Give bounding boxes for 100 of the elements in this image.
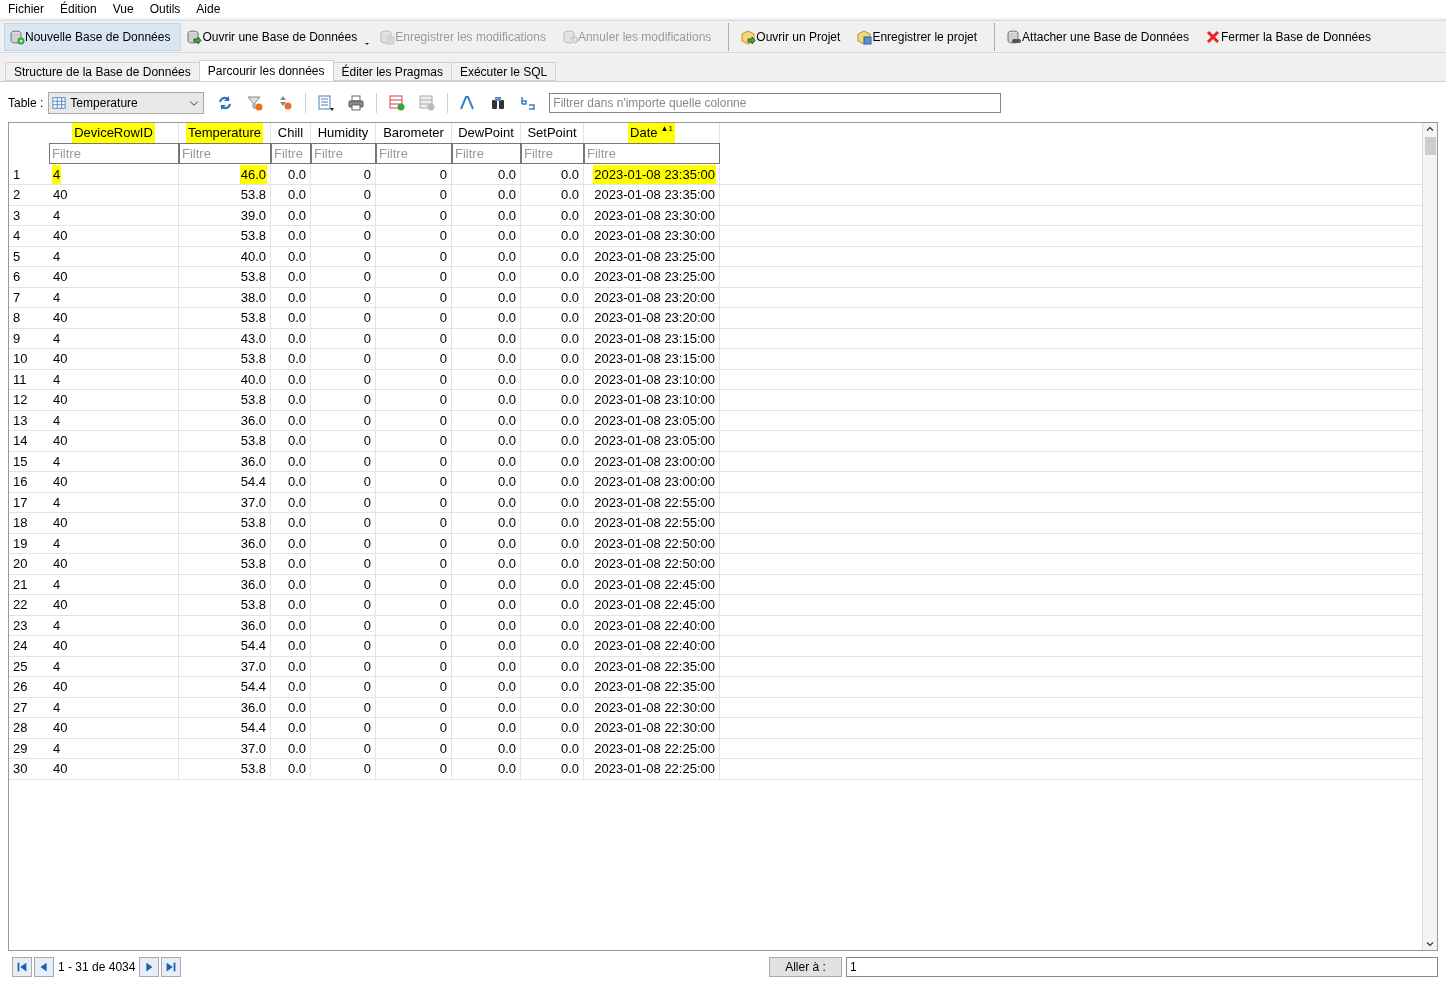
table-cell-text: 54.4	[239, 637, 267, 655]
column-header[interactable]: DewPoint	[456, 123, 516, 143]
table-dropdown[interactable]: Temperature	[48, 92, 205, 114]
table-cell-text: 0	[438, 247, 448, 266]
table-cell-text: 0.0	[496, 657, 517, 676]
table-cell-text: 0.0	[496, 534, 517, 553]
table-cell-text: 0.0	[559, 309, 580, 327]
column-header[interactable]: Temperature	[186, 123, 263, 143]
toolbar-button[interactable]: Fermer la Base de Données	[1199, 22, 1382, 51]
table-cell-text: 0	[362, 698, 372, 717]
table-cell-text: 2023-01-08 22:55:00	[593, 514, 716, 532]
table-cell-text: 40	[52, 227, 69, 245]
column-filter-field[interactable]: Filtre	[179, 142, 271, 164]
column-filter-field[interactable]: Filtre	[311, 142, 376, 164]
table-cell-text: 0.0	[496, 350, 517, 368]
table-cell-text: 40	[52, 555, 69, 573]
table-cell-text: 4	[52, 575, 62, 594]
column-filter-field[interactable]: Filtre	[584, 142, 720, 164]
column-filter-field[interactable]: Filtre	[521, 142, 584, 164]
column-header[interactable]: Barometer	[381, 123, 446, 143]
menu-item[interactable]: Fichier	[0, 0, 52, 18]
row-number: 13	[12, 411, 29, 430]
column-filter-field[interactable]: Filtre	[376, 142, 452, 164]
table-cell-text: 0.0	[286, 165, 307, 184]
table-cell-text: 40	[52, 760, 69, 778]
table-cell-text: 0.0	[559, 411, 580, 430]
table-cell-text: 2023-01-08 23:10:00	[593, 370, 716, 389]
tab[interactable]: Structure de la Base de Données	[5, 62, 200, 81]
table-cell-text: 0	[438, 452, 448, 471]
table-cell-text: 0.0	[496, 514, 517, 532]
table-cell-text: 0	[362, 452, 372, 471]
table-cell-text: 0.0	[496, 493, 517, 512]
goto-field[interactable]: 1	[846, 957, 1438, 977]
menu-item[interactable]: Édition	[52, 0, 105, 18]
table-cell-text: 2023-01-08 22:30:00	[593, 698, 716, 717]
first-page-icon	[15, 960, 29, 974]
table-cell-text: 0.0	[559, 534, 580, 553]
table-cell-text: 4	[52, 534, 62, 553]
row-number: 1	[12, 165, 22, 184]
table-cell-text: 0.0	[286, 206, 307, 225]
table-cell-text: 0	[438, 678, 448, 696]
database-arrow-icon	[186, 28, 203, 45]
table-cell: 46.0	[239, 164, 267, 184]
table-cell-text: 0	[438, 288, 448, 307]
tab[interactable]: Exécuter le SQL	[450, 62, 557, 81]
table-cell-text: 0.0	[559, 760, 580, 778]
scrollbar-thumb[interactable]	[1424, 137, 1436, 155]
column-filter-field[interactable]: Filtre	[452, 142, 521, 164]
table-cell-text: 0.0	[559, 452, 580, 471]
column-header[interactable]: DeviceRowID	[72, 123, 155, 143]
last-page-button[interactable]	[161, 957, 182, 977]
table-cell-text: 0	[438, 329, 448, 348]
table-cell-text: 0	[438, 698, 448, 717]
next-page-button[interactable]	[139, 957, 160, 977]
table-cell-text: 2023-01-08 23:25:00	[593, 247, 716, 266]
table-cell-text: 0	[438, 493, 448, 512]
row-number: 22	[12, 596, 29, 614]
table-cell-text: 0	[362, 165, 372, 184]
scrollbar[interactable]	[1422, 123, 1437, 950]
table-cell-text: 0.0	[559, 186, 580, 204]
table-cell-text: 53.8	[239, 391, 267, 409]
previous-page-button[interactable]	[34, 957, 54, 977]
column-filter-field[interactable]: Filtre	[49, 142, 179, 164]
table-cell-text: 0	[438, 206, 448, 225]
first-page-button[interactable]	[12, 957, 32, 977]
table-cell-text: 2023-01-08 22:35:00	[593, 678, 716, 696]
toolbar-button[interactable]: Ouvrir un Projet	[735, 22, 852, 51]
table-cell-text: 40.0	[239, 247, 267, 266]
tab[interactable]: Parcourir les données	[198, 60, 334, 81]
table-cell-text: 0.0	[496, 329, 517, 348]
table-cell-text: 0.0	[286, 514, 307, 532]
menu-item[interactable]: Vue	[104, 0, 142, 18]
goto-button[interactable]: Aller à :	[769, 957, 842, 977]
table-cell-text: 0.0	[559, 616, 580, 635]
column-filter-field[interactable]: Filtre	[271, 142, 311, 164]
table-cell-text: 0	[362, 206, 372, 225]
table-cell-text: 53.8	[239, 596, 267, 614]
table-cell-text: 0.0	[286, 760, 307, 778]
toolbar-button[interactable]: Attacher une Base de Données	[1001, 22, 1200, 51]
table-cell-text: 0.0	[496, 596, 517, 614]
toolbar-button[interactable]: Ouvrir une Base de Données	[181, 22, 375, 51]
menu-item[interactable]: Outils	[141, 0, 189, 18]
menu-item[interactable]: Aide	[188, 0, 229, 18]
table-cell-text: 0	[438, 719, 448, 737]
toolbar-button[interactable]: Nouvelle Base de Données	[4, 22, 182, 51]
column-header[interactable]: Chill	[275, 123, 306, 143]
table-cell-text: 0.0	[496, 637, 517, 655]
table-cell-text: 0.0	[286, 493, 307, 512]
table-cell-text: 0.0	[559, 678, 580, 696]
table-cell-text: 40	[52, 350, 69, 368]
table-cell-text: 0	[362, 678, 372, 696]
column-header[interactable]: Humidity	[315, 123, 371, 143]
tab[interactable]: Éditer les Pragmas	[332, 62, 452, 81]
table-cell-text: 0.0	[559, 288, 580, 307]
column-header[interactable]: Date ▲1	[628, 123, 675, 143]
filter-field[interactable]: Filtrer dans n'importe quelle colonne	[549, 93, 1002, 113]
column-header[interactable]: SetPoint	[525, 123, 579, 143]
toolbar-button[interactable]: Enregistrer le projet	[851, 22, 989, 51]
table-cell-text: 40	[52, 391, 69, 409]
table-cell-text: 0.0	[496, 555, 517, 573]
